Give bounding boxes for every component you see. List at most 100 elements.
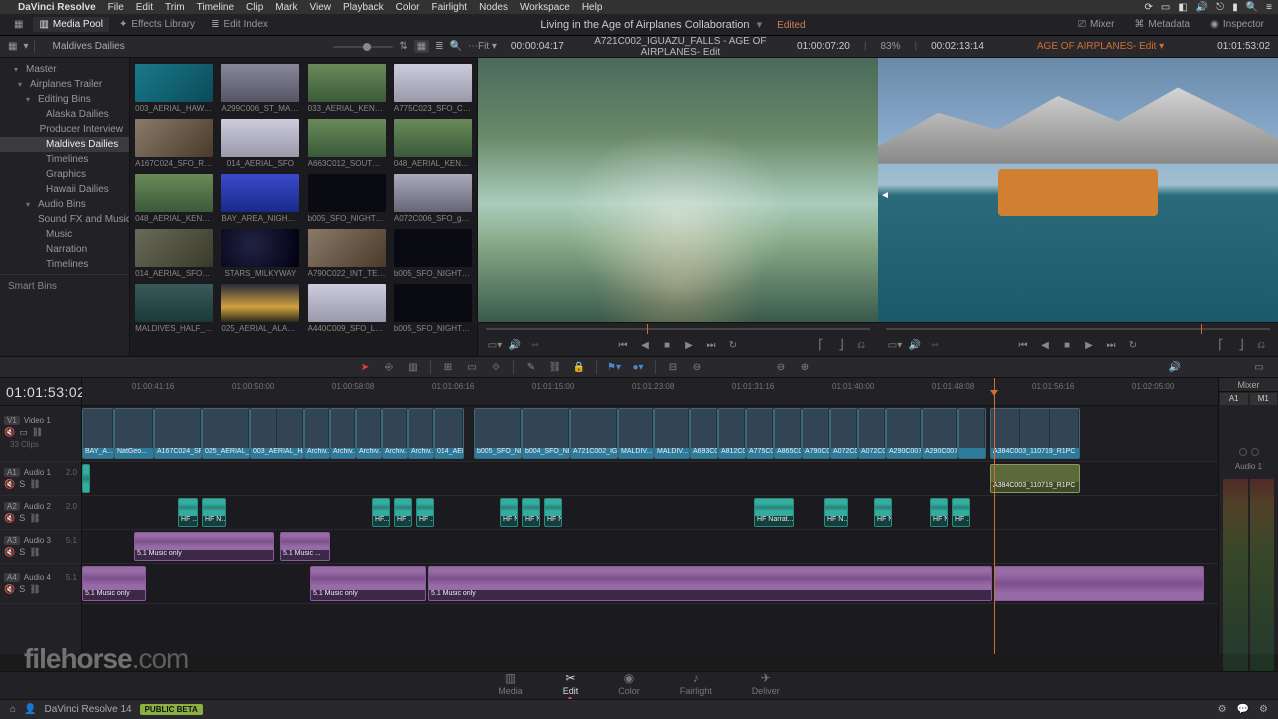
rec-play-icon[interactable]: ▶ xyxy=(1082,338,1096,352)
timeline-ruler[interactable]: 01:00:41:1601:00:50:0001:00:58:0801:01:0… xyxy=(82,378,1218,406)
src-goto-icon[interactable]: ⎌ xyxy=(854,338,868,352)
clip-thumb[interactable]: A775C023_SFO_CHINA... xyxy=(393,64,473,113)
app-name[interactable]: DaVinci Resolve xyxy=(18,2,96,13)
src-play-icon[interactable]: ▶ xyxy=(682,338,696,352)
video-clip[interactable]: b005_SFO_NIGH... xyxy=(474,408,522,459)
track-header-a1[interactable]: A1Audio 12.0🔇S⛓ xyxy=(0,462,81,496)
track-header-a3[interactable]: A3Audio 35.1🔇S⛓ xyxy=(0,530,81,564)
audio-clip[interactable]: 5.1 Music ... xyxy=(280,532,330,561)
search-icon[interactable]: 🔍 xyxy=(1246,2,1258,13)
list-view-icon[interactable]: ≣ xyxy=(435,41,443,52)
trim-tool-icon[interactable]: ⎆ xyxy=(382,360,396,374)
audio-clip[interactable]: 5.1 Music only xyxy=(428,566,992,601)
blade-tool-icon[interactable]: ▥ xyxy=(406,360,420,374)
insert-icon[interactable]: ⊞ xyxy=(441,360,455,374)
audio-clip[interactable]: 5.1 Music only xyxy=(134,532,274,561)
marker-icon[interactable]: ●▾ xyxy=(631,360,645,374)
rec-markout-icon[interactable]: ⎦ xyxy=(1234,338,1248,352)
src-first-icon[interactable]: ⏮ xyxy=(616,338,630,352)
inspector-tab[interactable]: ◉Inspector xyxy=(1204,17,1270,32)
menu-workspace[interactable]: Workspace xyxy=(520,2,570,13)
snap-icon[interactable]: ⊟ xyxy=(666,360,680,374)
page-edit[interactable]: ✂Edit xyxy=(563,671,579,701)
bin-item[interactable]: ▾Audio Bins xyxy=(0,197,129,212)
prefs-icon[interactable]: ⚙ xyxy=(1259,704,1268,715)
menu-edit[interactable]: Edit xyxy=(136,2,153,13)
source-scrub[interactable] xyxy=(478,323,878,335)
video-clip[interactable]: Archiv... xyxy=(356,408,382,459)
audio-clip[interactable]: HF... xyxy=(372,498,390,527)
replace-icon[interactable]: ⟐ xyxy=(489,360,503,374)
page-deliver[interactable]: ✈Deliver xyxy=(752,671,780,701)
video-clip[interactable] xyxy=(958,408,986,459)
chat-icon[interactable]: 💬 xyxy=(1237,704,1249,715)
lock-icon[interactable]: 🔒 xyxy=(572,360,586,374)
smart-bins-header[interactable]: Smart Bins xyxy=(0,277,129,296)
eye-icon[interactable]: ⛓ xyxy=(32,427,43,438)
audio-clip[interactable] xyxy=(994,566,1204,601)
menu-file[interactable]: File xyxy=(108,2,124,13)
bin-item[interactable]: Narration xyxy=(0,242,129,257)
wifi-icon[interactable]: ⎋ xyxy=(1216,2,1224,13)
audio3-track-lane[interactable]: 5.1 Music only5.1 Music ... xyxy=(82,530,1218,564)
video-clip[interactable]: BAY_A... xyxy=(82,408,114,459)
bin-item[interactable]: ▾Airplanes Trailer xyxy=(0,77,129,92)
timecode-display[interactable]: 01:01:53:02 xyxy=(0,378,81,406)
audio4-track-lane[interactable]: 5.1 Music only5.1 Music only5.1 Music on… xyxy=(82,564,1218,604)
video-clip[interactable]: A384C003_110719_R1PC xyxy=(990,408,1080,459)
mixer-ch-m1[interactable]: M1 xyxy=(1249,392,1278,406)
bin-view-icon[interactable]: ▦ xyxy=(8,41,17,52)
clip-thumb[interactable]: b005_SFO_NIGHT_LIGH... xyxy=(307,174,387,223)
audio-clip[interactable]: HF N... xyxy=(522,498,540,527)
rec-stop-icon[interactable]: ■ xyxy=(1060,338,1074,352)
src-matchframe-icon[interactable]: ◦◦ xyxy=(528,338,542,352)
zoom-in-icon[interactable]: ⊕ xyxy=(798,360,812,374)
record-scrub[interactable] xyxy=(878,323,1278,335)
audio-clip[interactable]: A384C003_110719_R1PC xyxy=(990,464,1080,493)
menu-mark[interactable]: Mark xyxy=(275,2,297,13)
bin-item[interactable]: Music xyxy=(0,227,129,242)
search-icon[interactable]: 🔍 xyxy=(450,41,462,52)
audio-clip[interactable]: HF ... xyxy=(416,498,434,527)
src-stop-icon[interactable]: ■ xyxy=(660,338,674,352)
video-clip[interactable]: A790C0... xyxy=(802,408,830,459)
page-media[interactable]: ▥Media xyxy=(498,671,523,701)
clip-thumb[interactable]: A299C006_ST_MAARTE... xyxy=(220,64,300,113)
link-icon[interactable]: ⛓ xyxy=(548,360,562,374)
bin-master[interactable]: ▾Master xyxy=(0,62,129,77)
menu-timeline[interactable]: Timeline xyxy=(197,2,234,13)
audio-clip[interactable]: HF N... xyxy=(500,498,518,527)
clip-thumb[interactable]: STARS_MILKYWAY xyxy=(220,229,300,278)
bin-item[interactable]: Alaska Dailies xyxy=(0,107,129,122)
page-fairlight[interactable]: ♪Fairlight xyxy=(680,671,712,701)
zoom-percent[interactable]: 83% xyxy=(880,41,900,52)
page-color[interactable]: ◉Color xyxy=(618,671,640,701)
clip-thumb[interactable]: 048_AERIAL_KENYA_07... xyxy=(393,119,473,168)
rec-first-icon[interactable]: ⏮ xyxy=(1016,338,1030,352)
zoom-out-icon[interactable]: ⊖ xyxy=(774,360,788,374)
audio-mute-icon[interactable]: 🔊 xyxy=(1168,360,1182,374)
clip-thumb[interactable]: A663C012_SOUTH_POL... xyxy=(307,119,387,168)
flag-icon[interactable]: ⚑▾ xyxy=(607,360,621,374)
clip-thumb[interactable]: A167C024_SFO_RAMP... xyxy=(134,119,214,168)
src-prev-icon[interactable]: ◀ xyxy=(638,338,652,352)
video-clip[interactable]: A072C00... xyxy=(858,408,886,459)
track-header-a2[interactable]: A2Audio 22.0🔇S⛓ xyxy=(0,496,81,530)
menu-help[interactable]: Help xyxy=(582,2,603,13)
rec-markin-icon[interactable]: ⎡ xyxy=(1214,338,1228,352)
breadcrumb[interactable]: Maldives Dailies xyxy=(52,41,124,52)
audio-clip[interactable]: HF ... xyxy=(394,498,412,527)
thumb-size-slider[interactable] xyxy=(333,46,393,48)
options-icon[interactable]: ⋯ xyxy=(468,41,478,52)
effects-library-tab[interactable]: ✦Effects Library xyxy=(113,17,201,32)
video-clip[interactable]: A721C002_IGU... xyxy=(570,408,618,459)
menu-extra-icon[interactable]: ≡ xyxy=(1266,2,1272,13)
audio-clip[interactable]: HF N... xyxy=(202,498,226,527)
timeline-tracks[interactable]: 01:00:41:1601:00:50:0001:00:58:0801:01:0… xyxy=(82,378,1218,654)
thumb-view-icon[interactable]: ▦ xyxy=(414,40,429,53)
metadata-tab[interactable]: ⌘Metadata xyxy=(1128,17,1196,32)
user-icon[interactable]: 👤 xyxy=(24,704,36,715)
overwrite-icon[interactable]: ▭ xyxy=(465,360,479,374)
dynamic-trim-icon[interactable]: ✎ xyxy=(524,360,538,374)
home-icon[interactable]: ⌂ xyxy=(10,704,16,715)
